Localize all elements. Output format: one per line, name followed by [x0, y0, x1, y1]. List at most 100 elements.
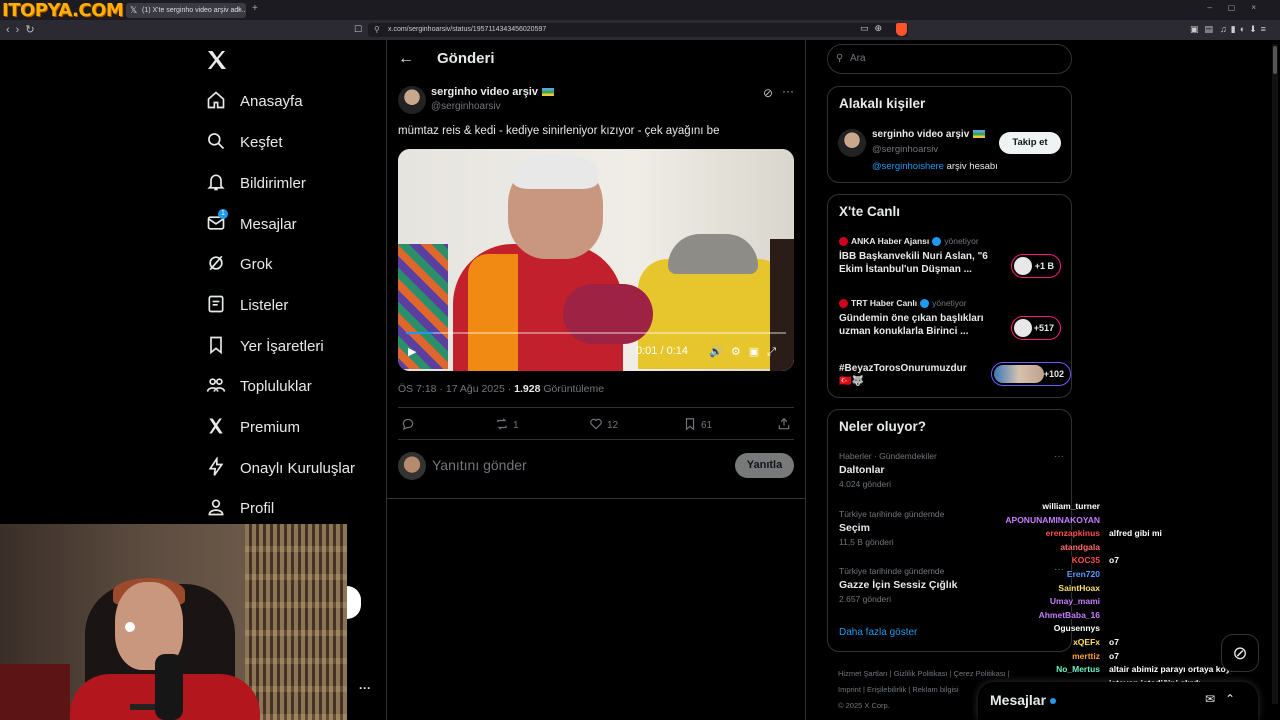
- toolbar-icons[interactable]: ♫▮◐⬇≡: [1220, 24, 1270, 35]
- reply-input[interactable]: Yanıtını gönder: [432, 457, 527, 473]
- url-text: x.com/serginhoarsiv/status/1957114343456…: [388, 26, 547, 33]
- video-time: 0:01 / 0:14: [636, 345, 688, 357]
- chat-username: merttiz: [1072, 650, 1100, 661]
- related-name[interactable]: serginho video arşiv: [872, 129, 986, 140]
- x-logo-icon[interactable]: [205, 48, 231, 74]
- nav-home[interactable]: Anasayfa: [206, 86, 303, 116]
- author-name[interactable]: serginho video arşiv: [431, 86, 554, 98]
- flag-icon: [973, 130, 986, 139]
- new-tab-button[interactable]: +: [252, 3, 258, 14]
- chat-message: o7: [1109, 555, 1119, 566]
- verified-icon: [920, 298, 930, 308]
- video-control-icons[interactable]: 🔊⚙▣⤢: [709, 345, 784, 359]
- search-icon: ⚲: [836, 53, 844, 64]
- nav-grok-label: Grok: [240, 255, 273, 273]
- window-controls[interactable]: –▢×: [1207, 3, 1272, 12]
- related-avatar[interactable]: [838, 129, 866, 157]
- follow-button[interactable]: Takip et: [999, 132, 1061, 154]
- live-item-title: İBB Başkanvekili Nuri Aslan, "6 Ekim İst…: [839, 251, 988, 275]
- search-input[interactable]: ⚲ Ara: [827, 44, 1072, 74]
- bookmark-count: 61: [701, 420, 713, 431]
- watermark-logo: ITOPYA.COM: [2, 0, 124, 21]
- bookmark-action[interactable]: 61: [683, 417, 712, 434]
- nav-premium[interactable]: Premium: [206, 412, 300, 442]
- nav-explore-label: Keşfet: [240, 133, 283, 151]
- scrollbar[interactable]: [1272, 44, 1278, 704]
- related-handle[interactable]: @serginhoarsiv: [872, 144, 938, 155]
- url-tools-icons[interactable]: ▭⊕: [860, 23, 888, 34]
- drawer-icons[interactable]: ✉⌃: [1205, 692, 1245, 706]
- chat-message: altair abimiz parayı ortaya koyar: [1109, 664, 1239, 675]
- play-icon[interactable]: ▶: [408, 345, 416, 358]
- extension-icons[interactable]: ▣▤: [1190, 24, 1219, 35]
- browser-tab[interactable]: 𝕏 (1) X'te serginho video arşiv adl... ×: [126, 3, 246, 18]
- chat-line: erenzapkinus alfred gibi mi: [990, 528, 1260, 540]
- bell-icon: [206, 172, 228, 194]
- chat-line: Umay_mami: [990, 596, 1260, 608]
- chat-message: o7: [1109, 637, 1119, 647]
- nav-lists[interactable]: Listeler: [206, 290, 288, 320]
- live-item[interactable]: ANKA Haber Ajansı yönetiyor İBB Başkanvek…: [839, 236, 1064, 278]
- address-bar-row: ‹›↻ ☐ ⚲ x.com/serginhoarsiv/status/19571…: [0, 20, 1280, 40]
- fab-partial[interactable]: [347, 586, 361, 619]
- live-item[interactable]: #BeyazTorosOnurumuzdur🇹🇷🐺 +102: [839, 362, 1071, 388]
- chat-line: No_Mertus altair abimiz parayı ortaya koy…: [990, 664, 1260, 676]
- related-people-card: Alakalı kişiler serginho video arşiv @se…: [827, 86, 1072, 183]
- nav-bookmarks[interactable]: Yer İşaretleri: [206, 331, 324, 361]
- nav-verified-orgs[interactable]: Onaylı Kuruluşlar: [206, 453, 355, 483]
- url-field[interactable]: ⚲ x.com/serginhoarsiv/status/19571143434…: [368, 23, 908, 37]
- more-options-icon[interactable]: ···: [1054, 451, 1064, 462]
- nav-communities[interactable]: Topluluklar: [206, 371, 312, 401]
- chat-username: No_Mertus: [1056, 664, 1100, 675]
- live-listeners[interactable]: +102: [991, 362, 1071, 386]
- live-listeners[interactable]: +517: [1011, 316, 1061, 340]
- like-count: 12: [607, 420, 619, 431]
- nav-bookmarks-label: Yer İşaretleri: [240, 337, 324, 355]
- nav-grok[interactable]: Grok: [206, 249, 273, 279]
- messages-drawer-title[interactable]: Mesajlar: [990, 692, 1046, 708]
- related-title: Alakalı kişiler: [839, 96, 926, 111]
- nav-buttons[interactable]: ‹›↻: [6, 23, 41, 36]
- chat-username: SaintHoax: [1058, 582, 1100, 593]
- grok-fab-icon[interactable]: ⊘: [1221, 634, 1259, 672]
- live-item[interactable]: TRT Haber Canlı yönetiyor Gündemin öne çı…: [839, 298, 1064, 340]
- live-listeners[interactable]: +1 B: [1011, 254, 1061, 278]
- share-action[interactable]: [777, 417, 791, 434]
- trend-item[interactable]: Haberler · Gündemdekiler Daltonlar 4.024…: [839, 451, 1064, 489]
- more-options-icon[interactable]: ···: [359, 681, 371, 695]
- trt-logo-icon: [839, 298, 848, 308]
- browser-tab-bar: ITOPYA.COM 𝕏 (1) X'te serginho video arş…: [0, 0, 1280, 21]
- nav-notifications[interactable]: Bildirimler: [206, 168, 306, 198]
- site-info-icon[interactable]: ⚲: [374, 23, 380, 37]
- like-action[interactable]: 12: [589, 417, 618, 434]
- bio-mention-link[interactable]: @serginhoishere: [872, 161, 944, 172]
- author-avatar[interactable]: [398, 86, 426, 114]
- page-title: Gönderi: [437, 50, 495, 67]
- author-handle[interactable]: @serginhoarsiv: [431, 101, 501, 112]
- nav-verified-orgs-label: Onaylı Kuruluşlar: [240, 459, 356, 477]
- back-arrow-icon[interactable]: ←: [398, 50, 414, 68]
- video-progress-bar[interactable]: [406, 332, 786, 334]
- scrollbar-thumb[interactable]: [1273, 46, 1277, 74]
- chat-username: william_turner: [1042, 501, 1100, 511]
- reply-action[interactable]: [401, 417, 415, 434]
- nav-explore[interactable]: Keşfet: [206, 127, 283, 157]
- bookmark-page-icon[interactable]: ☐: [354, 24, 362, 35]
- more-options-icon[interactable]: ···: [782, 84, 794, 98]
- video-pillow: [398, 244, 448, 369]
- nav-messages[interactable]: 1 Mesajlar: [206, 209, 297, 239]
- repost-action[interactable]: 1: [495, 417, 519, 434]
- trends-title: Neler oluyor?: [839, 419, 927, 434]
- show-more-link[interactable]: Daha fazla göster: [839, 627, 917, 638]
- chat-username: atandgala: [1060, 541, 1100, 552]
- grok-explain-icon[interactable]: ⊘: [763, 86, 773, 100]
- share-icon: [777, 417, 791, 434]
- nav-profile[interactable]: Profil: [206, 493, 274, 523]
- video-player[interactable]: ▶ 0:01 / 0:14 🔊⚙▣⤢: [398, 149, 794, 371]
- lightning-icon: [206, 455, 228, 479]
- brave-shield-icon[interactable]: [896, 23, 907, 36]
- messages-badge: 1: [218, 209, 228, 219]
- reply-icon: [401, 417, 415, 434]
- close-tab-icon[interactable]: ×: [238, 3, 242, 18]
- reply-button[interactable]: Yanıtla: [735, 453, 794, 478]
